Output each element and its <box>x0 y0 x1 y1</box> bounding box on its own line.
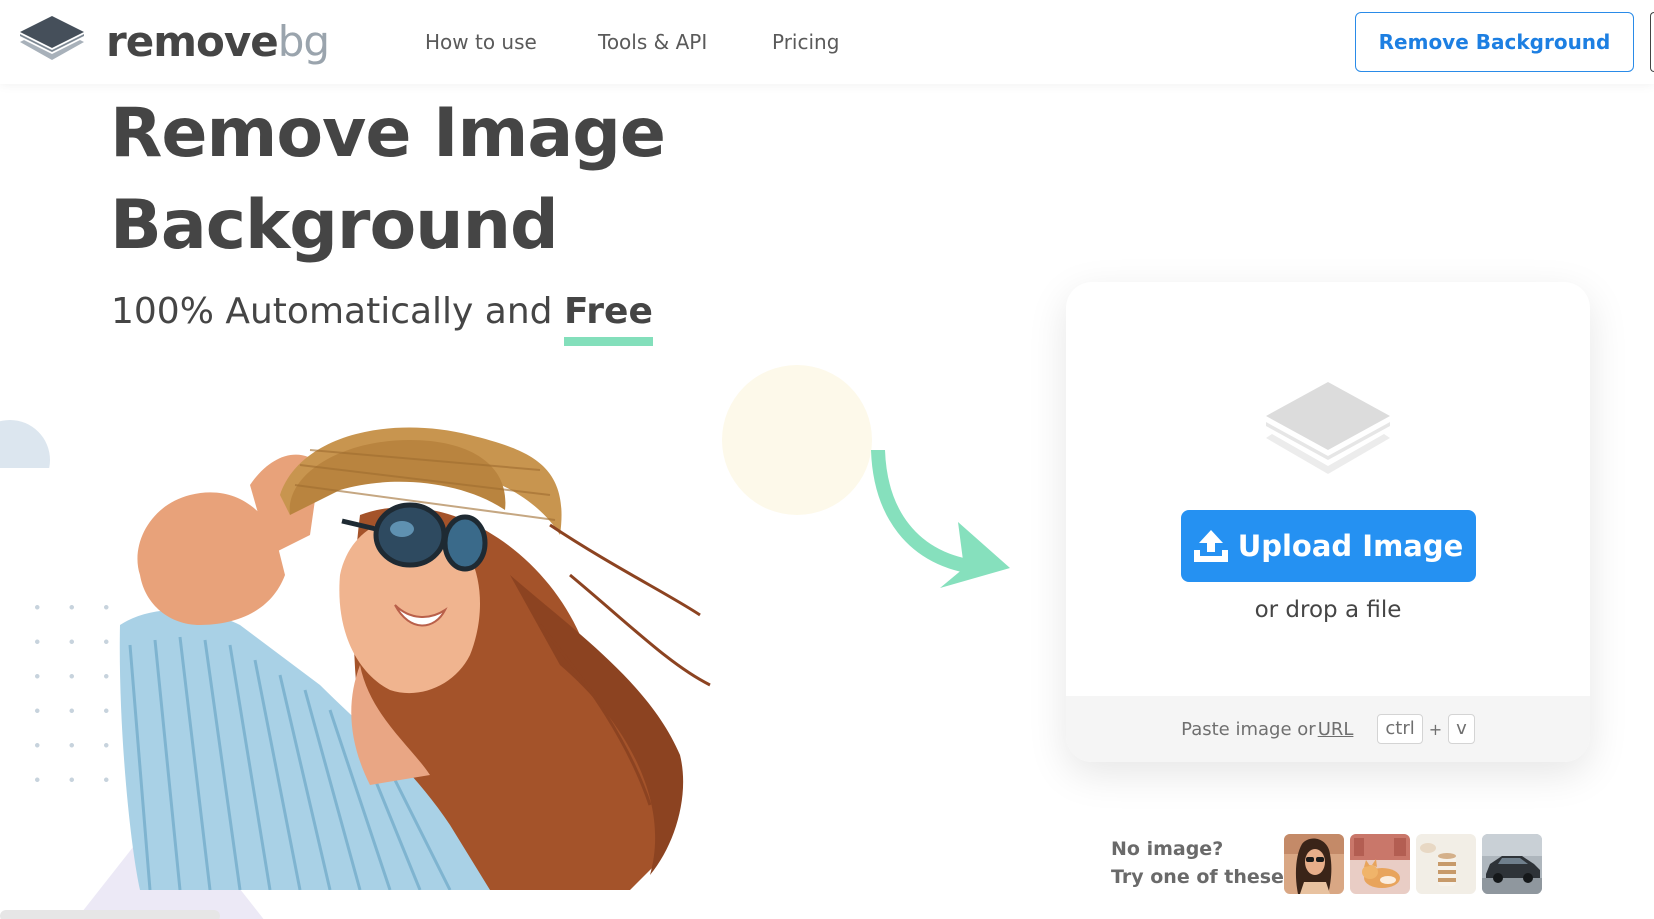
decorative-half-circle <box>0 420 50 468</box>
title-line-2: Background <box>110 186 559 265</box>
header-next-button-edge[interactable] <box>1650 12 1654 72</box>
logo[interactable]: removebg <box>20 16 330 66</box>
nav-tools-api[interactable]: Tools & API <box>598 28 707 56</box>
sample-prompt: No image? Try one of these: <box>1111 835 1292 891</box>
paste-footer: Paste image or URL ctrl + v <box>1066 696 1590 762</box>
v-key: v <box>1448 714 1475 744</box>
sample-thumbnail-cat[interactable] <box>1350 834 1410 894</box>
decorative-dot-grid <box>20 590 110 810</box>
remove-background-button[interactable]: Remove Background <box>1355 12 1634 72</box>
url-link[interactable]: URL <box>1318 719 1354 740</box>
hero-woman-photo <box>119 427 711 890</box>
logo-word-remove: remove <box>106 17 279 66</box>
ctrl-key: ctrl <box>1377 714 1423 744</box>
upload-icon <box>1193 530 1228 562</box>
sample-thumbnails <box>1284 834 1542 894</box>
logo-word-bg: bg <box>277 17 330 66</box>
drop-file-text: or drop a file <box>1254 597 1402 623</box>
title-line-1: Remove Image <box>110 94 666 173</box>
upload-button-label: Upload Image <box>1237 529 1464 563</box>
sample-thumbnail-woman[interactable] <box>1284 834 1344 894</box>
subtitle-prefix: 100% Automatically and <box>111 291 564 332</box>
sample-thumbnail-car[interactable] <box>1482 834 1542 894</box>
upload-card[interactable]: Upload Image or drop a file Paste image … <box>1066 282 1590 762</box>
curved-arrow-icon <box>871 450 1010 588</box>
plus-sign: + <box>1428 719 1443 739</box>
top-header: removebg How to use Tools & API Pricing … <box>0 0 1654 84</box>
sample-thumbnail-cake[interactable] <box>1416 834 1476 894</box>
page-title: Remove Image Background <box>110 88 666 272</box>
sample-line-2: Try one of these: <box>1111 866 1292 888</box>
upload-image-button[interactable]: Upload Image <box>1181 510 1476 582</box>
page-subtitle: 100% Automatically and Free <box>111 288 653 346</box>
layers-placeholder-icon <box>1266 382 1390 474</box>
logo-wordmark: removebg <box>106 17 330 67</box>
sample-line-1: No image? <box>1111 838 1224 860</box>
subtitle-free-highlight: Free <box>563 288 653 346</box>
decorative-yellow-circle <box>722 365 872 515</box>
nav-pricing[interactable]: Pricing <box>772 28 839 56</box>
nav-how-to-use[interactable]: How to use <box>425 28 537 56</box>
horizontal-scroll-bar[interactable] <box>0 910 220 919</box>
layers-logo-icon <box>20 16 84 60</box>
paste-text: Paste image or <box>1181 718 1316 740</box>
